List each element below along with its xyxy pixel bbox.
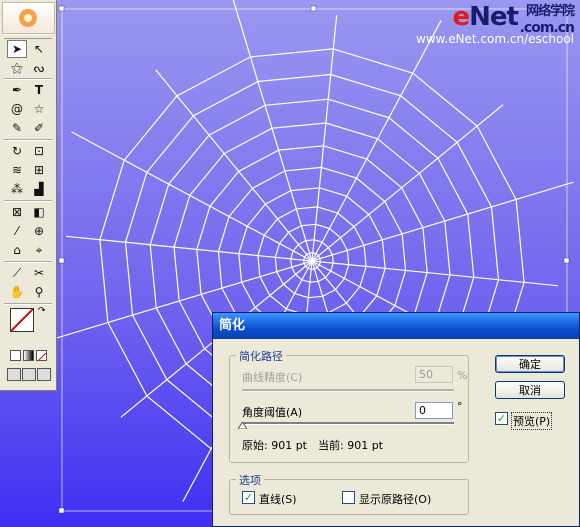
curve-precision-slider — [242, 389, 454, 392]
rotate-tool-icon[interactable]: ↻ — [7, 142, 27, 160]
lasso-tool-icon[interactable]: ᔓ — [29, 59, 49, 77]
current-points-label: 当前: 901 pt — [318, 439, 383, 452]
magic-wand-tool-icon[interactable]: ⚝ — [7, 59, 27, 77]
eyedropper-tool-icon[interactable]: ⁄ — [7, 222, 27, 240]
none-mode-icon[interactable] — [36, 350, 47, 361]
dialog-title[interactable]: 简化 — [213, 313, 579, 339]
live-paint-tool-icon[interactable]: ⌂ — [7, 241, 27, 259]
type-tool-icon[interactable]: T — [29, 81, 49, 99]
show-original-label[interactable]: 显示原路径(O) — [359, 491, 431, 507]
screen-mode-full-icon[interactable] — [37, 368, 51, 381]
zoom-tool-icon[interactable]: ⚲ — [29, 283, 49, 301]
spiral-tool-icon[interactable]: @ — [7, 100, 27, 118]
angle-threshold-slider[interactable] — [242, 422, 454, 425]
screen-mode-menu-icon[interactable] — [22, 368, 36, 381]
selection-tool-icon[interactable]: ➤ — [7, 40, 27, 58]
star-tool-icon[interactable]: ☆ — [29, 100, 49, 118]
ok-button[interactable]: 确定 — [495, 355, 565, 373]
pencil-tool-icon[interactable]: ✐ — [29, 119, 49, 137]
direct-selection-tool-icon[interactable]: ↖ — [29, 40, 49, 58]
cancel-button[interactable]: 取消 — [495, 381, 565, 399]
gradient-tool-icon[interactable]: ◧ — [29, 203, 49, 221]
curve-precision-field: 50 — [415, 366, 453, 383]
warp-tool-icon[interactable]: ≋ — [7, 161, 27, 179]
gradient-mode-icon[interactable] — [23, 350, 34, 361]
angle-threshold-unit: ° — [457, 400, 463, 413]
swap-colors-icon[interactable]: ↷ — [38, 306, 46, 316]
app-logo-icon — [2, 2, 55, 34]
live-paint-select-tool-icon[interactable]: ⌖ — [29, 241, 49, 259]
simplify-dialog: 简化 简化路径 曲线精度(C) 50 % 角度阈值(A) 0 ° 原始: 901… — [212, 312, 580, 527]
curve-precision-label: 曲线精度(C) — [242, 371, 303, 384]
fill-stroke-swatch[interactable]: ↷ — [10, 306, 48, 344]
options-group: 选项 ✓ 直线(S) 显示原路径(O) — [229, 472, 469, 515]
preview-checkbox[interactable]: ✓ — [495, 412, 508, 425]
column-graph-tool-icon[interactable]: ▟ — [29, 180, 49, 198]
show-original-checkbox[interactable] — [342, 491, 355, 504]
tools-panel: ➤ ↖ ⚝ ᔓ ✒ T @ ☆ ✎ ✐ ↻ ⊡ ≋ ⊞ ⁂ ▟ ⊠ ◧ ⁄ ⊕ … — [0, 0, 57, 391]
paintbrush-tool-icon[interactable]: ✎ — [7, 119, 27, 137]
simplify-path-group-label: 简化路径 — [236, 348, 286, 364]
straight-lines-checkbox[interactable]: ✓ — [242, 491, 255, 504]
angle-threshold-field[interactable]: 0 — [415, 402, 453, 419]
symbol-sprayer-tool-icon[interactable]: ⁂ — [7, 180, 27, 198]
measure-tool-icon[interactable]: ⊕ — [29, 222, 49, 240]
scissors-tool-icon[interactable]: ✂ — [29, 264, 49, 282]
fill-none-swatch[interactable] — [10, 308, 34, 332]
hand-tool-icon[interactable]: ✋ — [7, 283, 27, 301]
mesh-tool-icon[interactable]: ⊠ — [7, 203, 27, 221]
preview-label[interactable]: 预览(P) — [511, 412, 553, 430]
original-points-label: 原始: 901 pt — [242, 439, 307, 452]
panel-grip[interactable] — [4, 34, 52, 39]
enet-logo-watermark: eNet 网络学院 .com.cn — [452, 2, 575, 36]
angle-threshold-slider-handle[interactable] — [238, 422, 247, 429]
options-group-label: 选项 — [236, 472, 264, 488]
screen-mode-normal-icon[interactable] — [7, 368, 21, 381]
scale-tool-icon[interactable]: ⊡ — [29, 142, 49, 160]
curve-precision-unit: % — [457, 369, 468, 382]
simplify-path-group: 简化路径 曲线精度(C) 50 % 角度阈值(A) 0 ° 原始: 901 pt… — [229, 348, 469, 463]
straight-lines-label[interactable]: 直线(S) — [259, 491, 297, 507]
pen-tool-icon[interactable]: ✒ — [7, 81, 27, 99]
angle-threshold-label: 角度阈值(A) — [242, 406, 303, 419]
free-transform-tool-icon[interactable]: ⊞ — [29, 161, 49, 179]
color-mode-icon[interactable] — [10, 350, 21, 361]
slice-tool-icon[interactable]: ⟋ — [7, 264, 27, 282]
watermark-url: www.eNet.com.cn/eschool — [416, 32, 574, 46]
